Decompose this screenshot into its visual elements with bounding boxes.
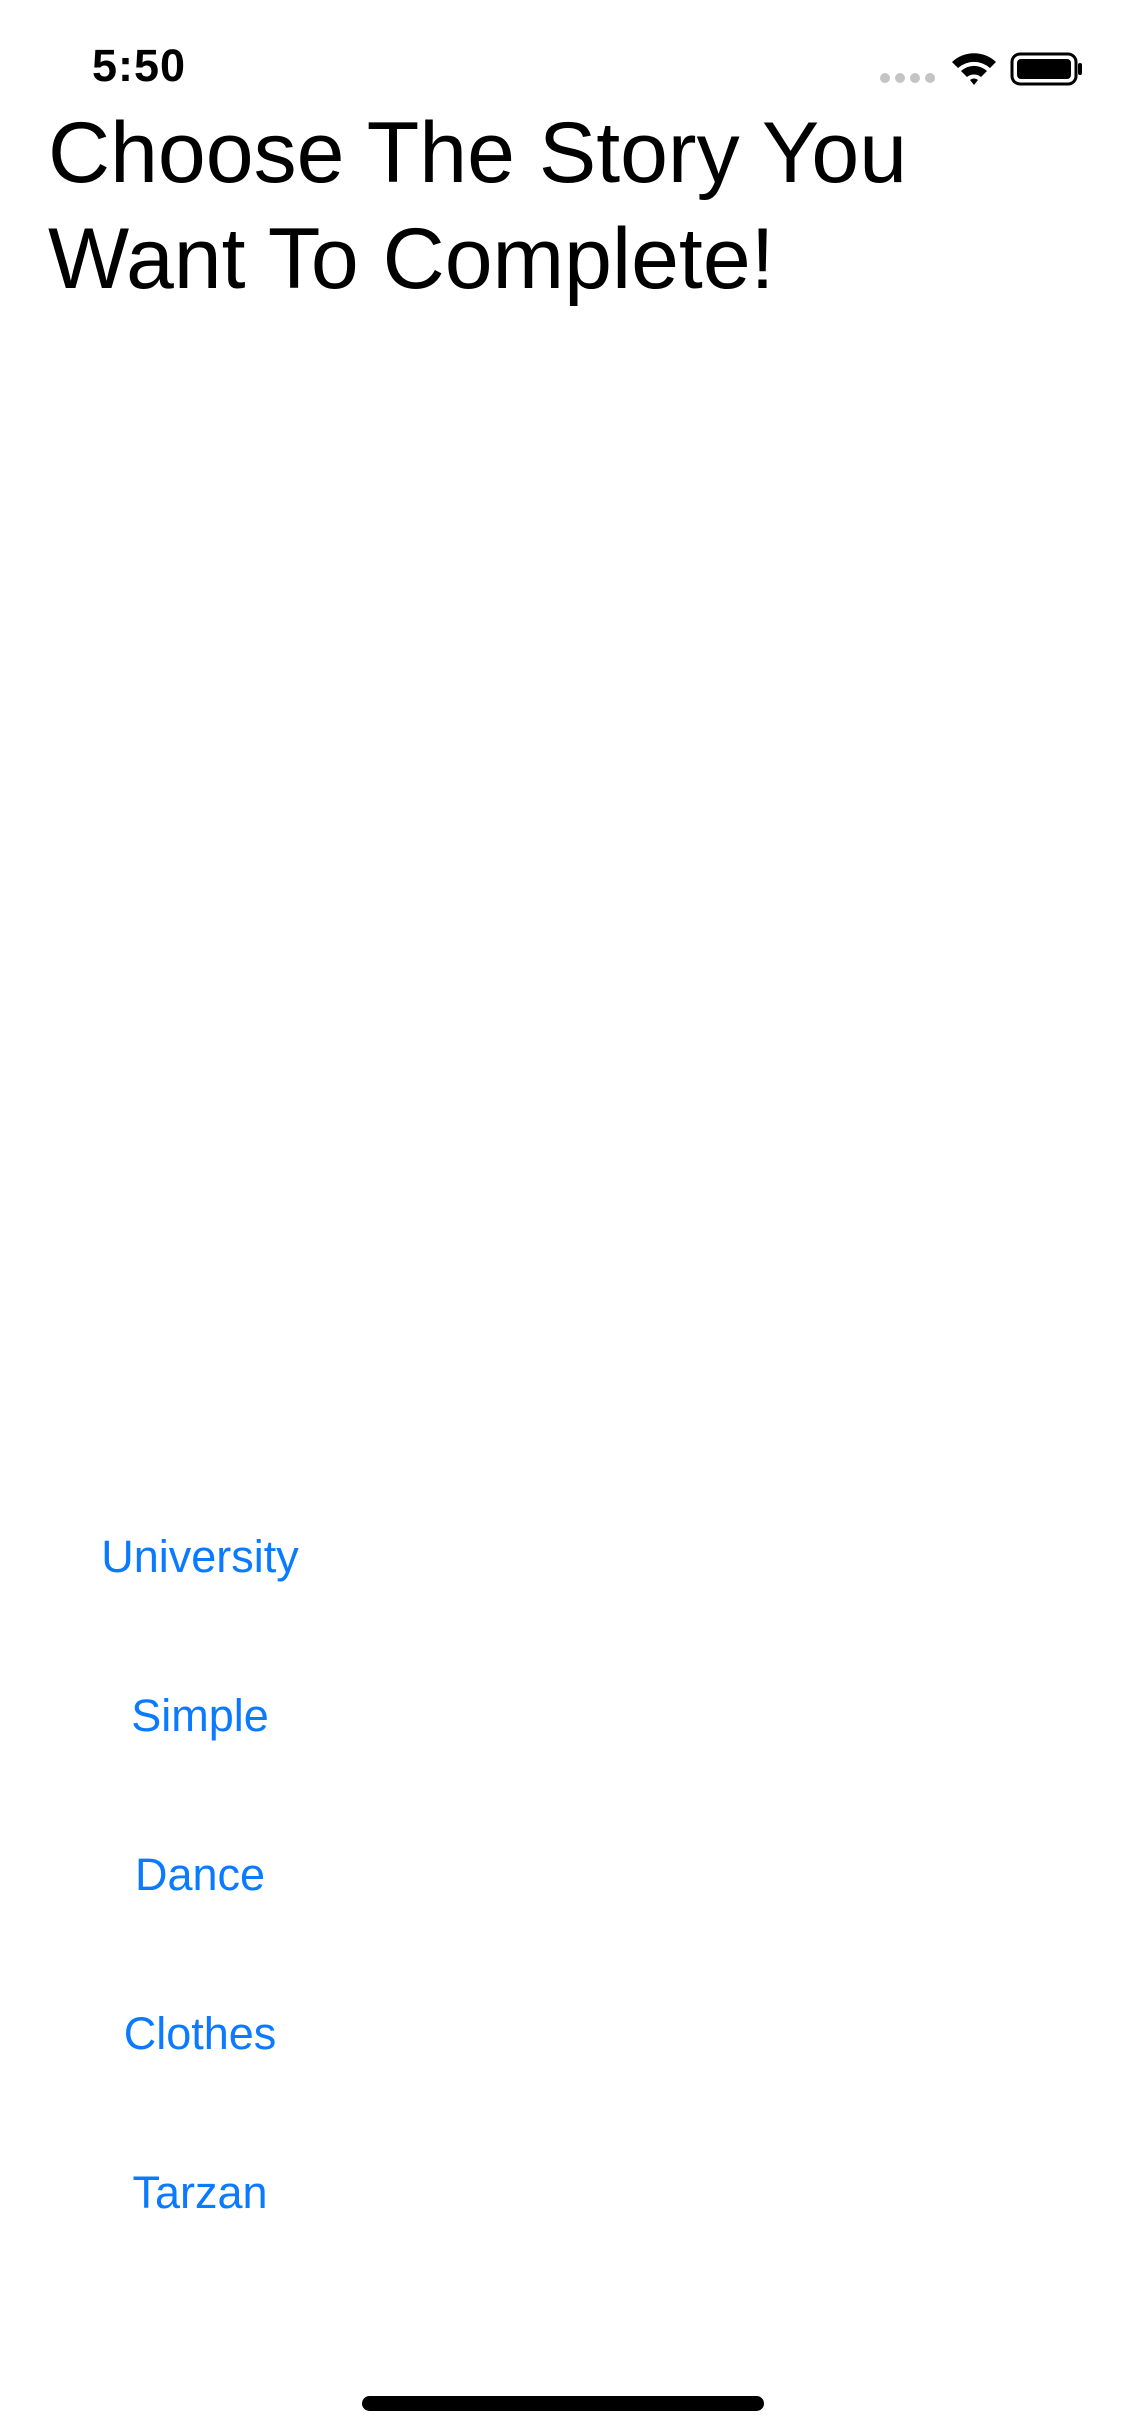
story-button-simple[interactable]: Simple <box>60 1661 340 1771</box>
story-button-tarzan[interactable]: Tarzan <box>60 2138 340 2248</box>
story-button-university[interactable]: University <box>60 1502 340 1612</box>
home-indicator[interactable] <box>362 2396 764 2411</box>
page-title: Choose The Story You Want To Complete! <box>48 105 908 307</box>
signal-icon <box>880 73 935 83</box>
wifi-icon <box>952 53 996 85</box>
status-time: 5:50 <box>92 40 187 91</box>
story-button-dance[interactable]: Dance <box>60 1820 340 1930</box>
story-button-clothes[interactable]: Clothes <box>60 1979 340 2089</box>
battery-icon <box>1010 52 1082 86</box>
